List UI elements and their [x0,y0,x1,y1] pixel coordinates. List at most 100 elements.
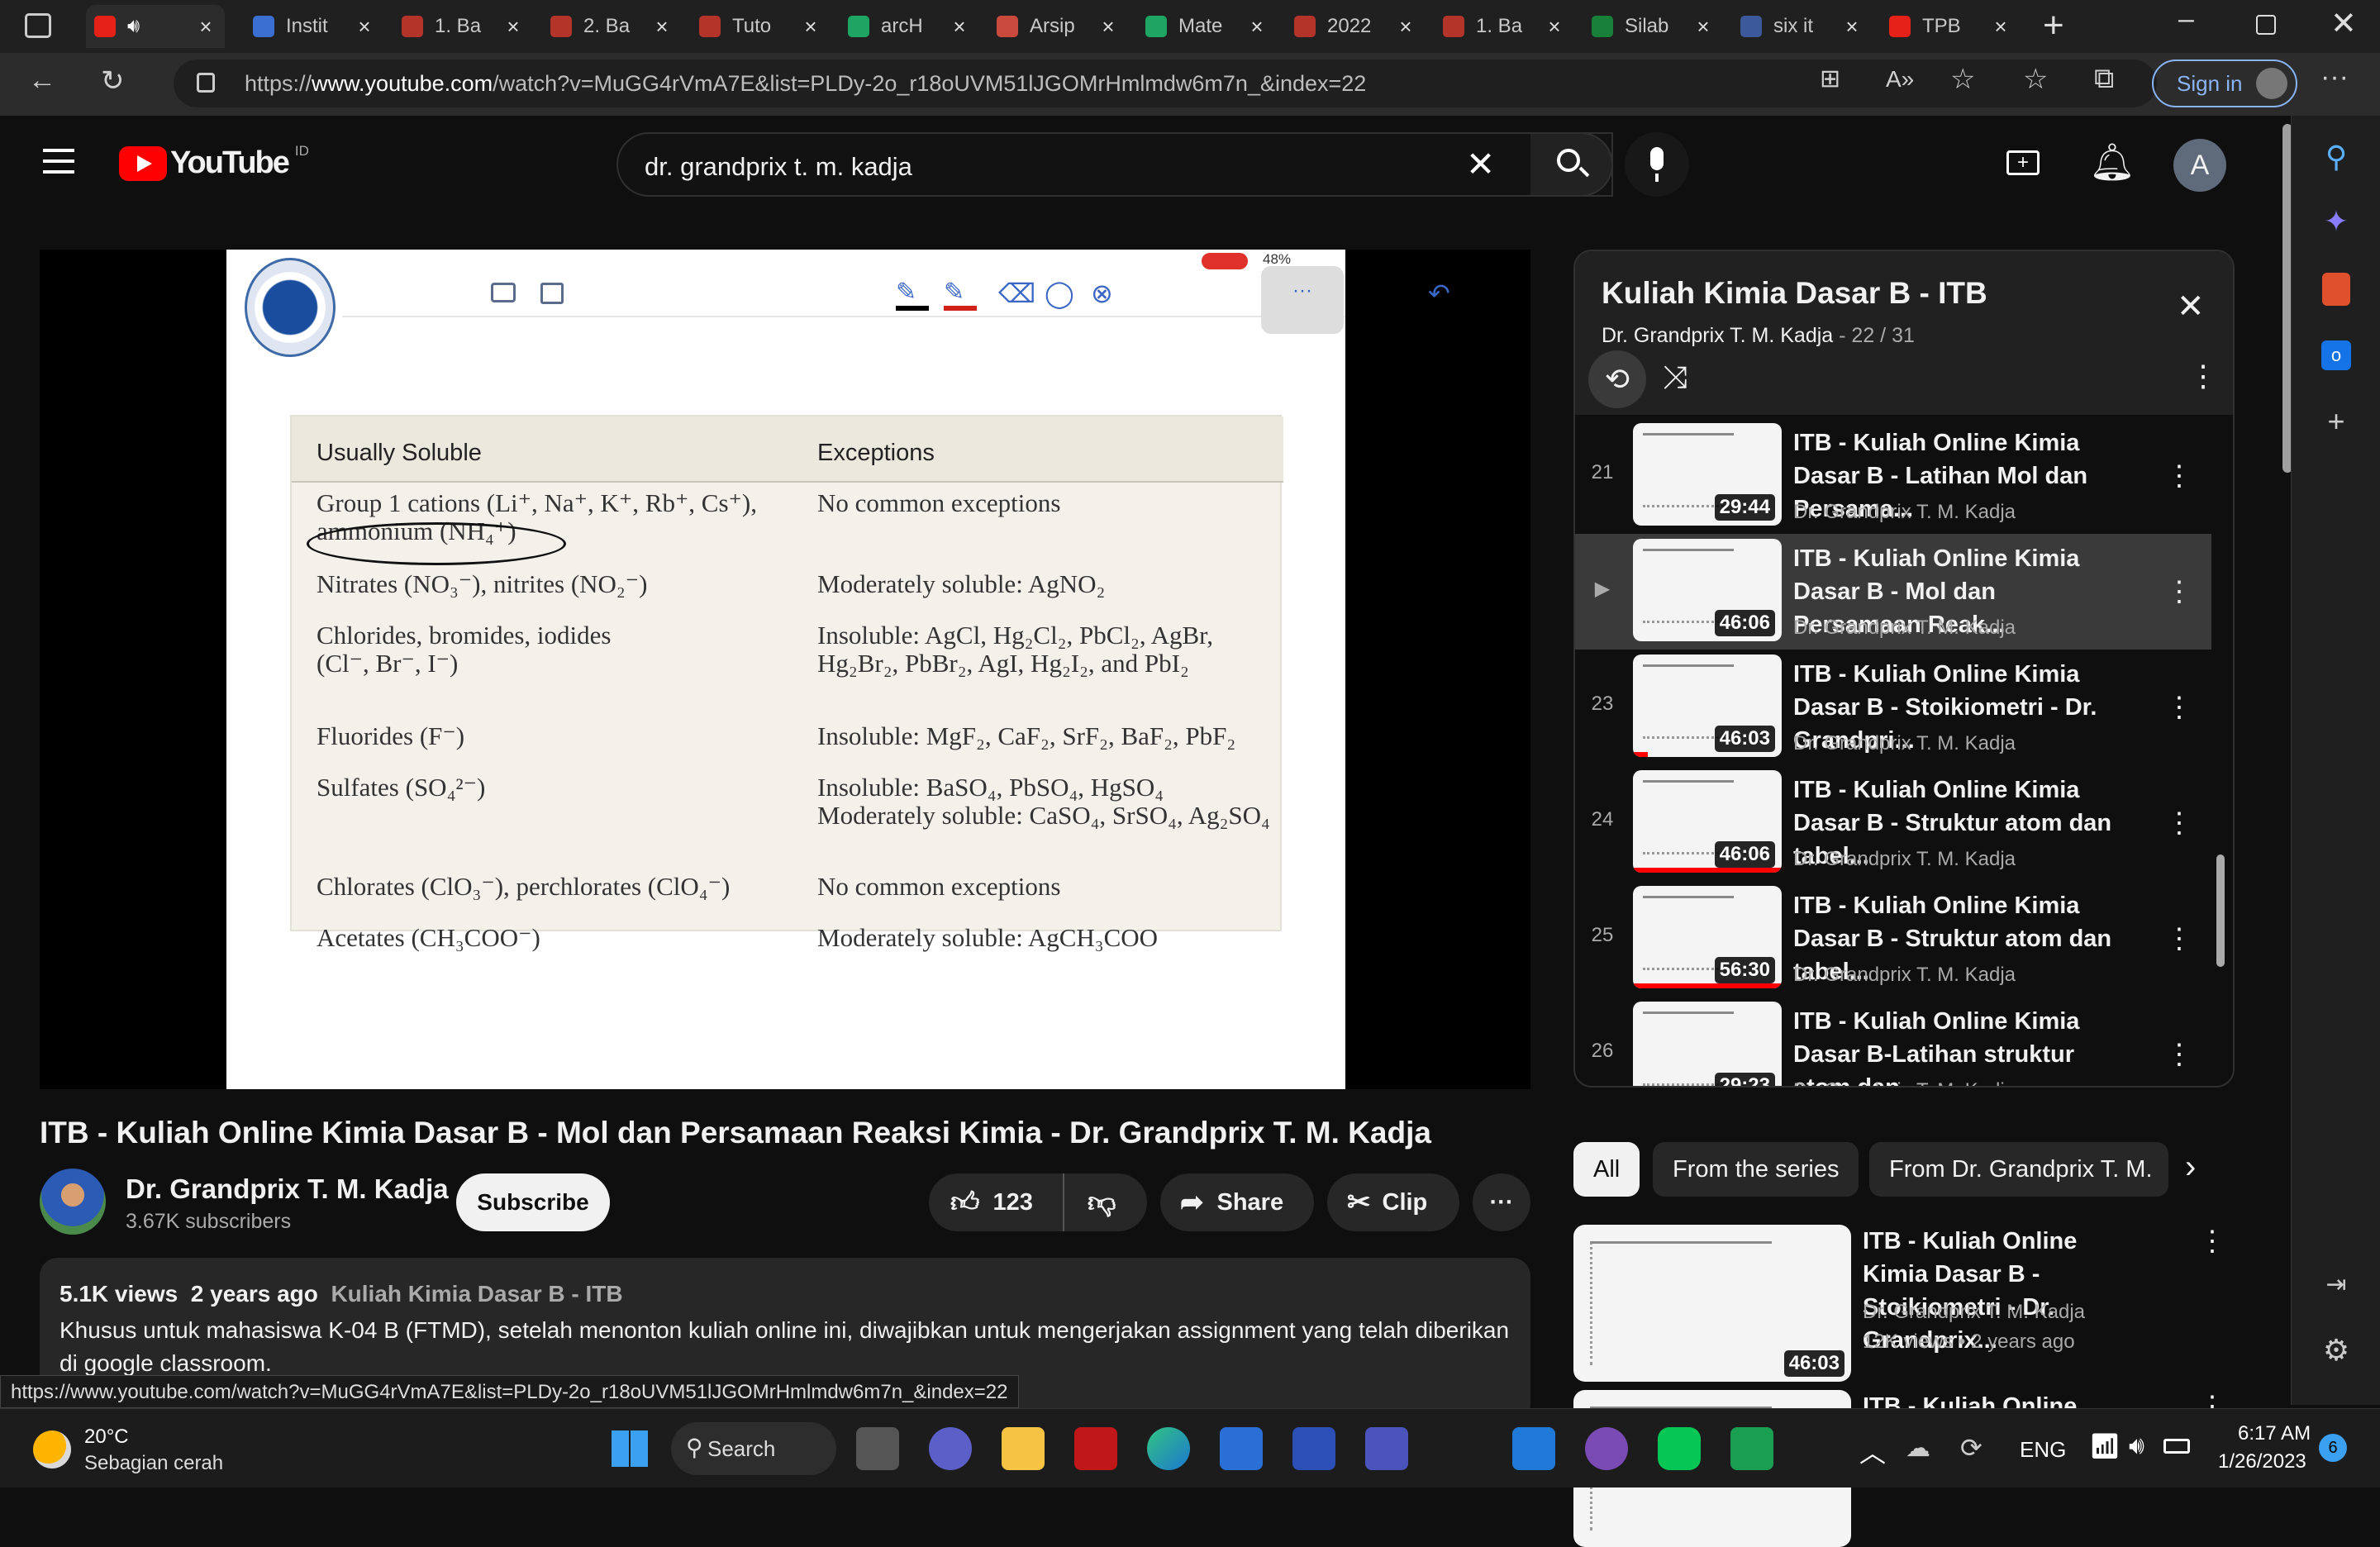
outlook-icon[interactable]: o [2316,336,2356,375]
playlist-item-thumbnail[interactable]: 46:06 [1633,539,1782,641]
settings-more-icon[interactable]: ··· [2320,61,2349,93]
browser-tab[interactable]: Mate × [1137,5,1276,48]
tab-audio-icon[interactable]: 🔊︎ [127,15,140,38]
playlist-item-title[interactable]: ITB - Kuliah Online Kimia Dasar B-Latiha… [1793,1005,2124,1086]
read-aloud-icon[interactable]: A» [1886,66,1914,93]
taskbar-search[interactable]: ⚲ Search [671,1422,836,1475]
weather-temp[interactable]: 20°C [84,1426,129,1449]
playlist-menu-icon[interactable]: ⋮ [2188,359,2218,393]
hide-sidebar-icon[interactable]: ⇥ [2316,1264,2356,1304]
sidebar-settings-icon[interactable]: ⚙ [2316,1330,2356,1370]
browser-tab[interactable]: Silab × [1583,5,1722,48]
close-window-button[interactable]: ✕ [2330,5,2357,42]
clock-time[interactable]: 6:17 AM [2238,1422,2311,1445]
tab-close-icon[interactable]: × [354,14,375,40]
playlist-item-thumbnail[interactable]: 46:03 [1633,654,1782,757]
menu-icon[interactable] [43,149,74,174]
undo-icon[interactable]: ↶ [1428,278,1450,309]
tab-close-icon[interactable]: × [1692,14,1714,40]
playlist-title[interactable]: Kuliah Kimia Dasar B - ITB [1602,276,1987,311]
sheets-app-icon[interactable] [1730,1427,1773,1470]
microsoft-store-icon[interactable] [1220,1427,1263,1470]
copilot-icon[interactable]: ✦ [2316,202,2356,241]
notifications-bell-icon[interactable]: 🔔︎ [2089,140,2135,183]
channel-avatar[interactable] [40,1169,106,1235]
playlist-link[interactable]: Kuliah Kimia Dasar B - ITB [331,1281,622,1307]
playlist-item-thumbnail[interactable]: 56:30 [1633,886,1782,988]
new-tab-button[interactable]: + [2043,5,2064,46]
tab-close-icon[interactable]: × [1097,14,1119,40]
playlist-item-thumbnail[interactable]: 46:06 [1633,770,1782,873]
tab-close-icon[interactable]: × [1246,14,1268,40]
playlist-item-thumbnail[interactable]: 29:44 [1633,423,1782,526]
tab-close-icon[interactable]: × [1395,14,1416,40]
playlist-item-menu-icon[interactable]: ⋮ [2165,807,2193,840]
browser-tab[interactable]: 1. Ba × [393,5,532,48]
line-icon[interactable] [1658,1427,1701,1470]
show-hidden-icons[interactable]: ︿ [1859,1432,1886,1470]
account-avatar[interactable]: A [2173,139,2226,192]
playlist-item[interactable]: ▶ 46:06 ITB - Kuliah Online Kimia Dasar B … [1575,534,2211,650]
lasso-tool-icon[interactable]: ◯ [1045,278,1074,309]
close-tool-icon[interactable]: ⊗ [1091,278,1113,309]
pen-black-tool-icon[interactable]: ✎ [896,278,929,311]
collections-icon[interactable]: ⧉ [2094,63,2114,95]
minimize-button[interactable]: – [2178,3,2194,36]
browser-tab[interactable]: 2022 × [1286,5,1425,48]
playlist-item-menu-icon[interactable]: ⋮ [2165,691,2193,724]
sync-icon[interactable]: ⟳ [1960,1432,1983,1464]
loop-button[interactable]: ⟲ [1588,350,1646,408]
playlist-item-menu-icon[interactable]: ⋮ [2165,922,2193,955]
url-text[interactable]: https://www.youtube.com/watch?v=MuGG4rVm… [245,71,1366,97]
browser-tab[interactable]: Instit × [245,5,383,48]
playlist-item[interactable]: 24 46:06 ITB - Kuliah Online Kimia Dasar B… [1575,765,2211,881]
recommended-channel[interactable]: Dr. Grandprix T. M. Kadja [1863,1301,2085,1324]
shuffle-icon[interactable]: ⤨ [1663,360,1687,396]
browser-tab[interactable]: 1. Ba × [1435,5,1573,48]
more-options-pill[interactable]: ··· [1261,266,1344,334]
tab-close-icon[interactable]: × [1990,14,2011,40]
refresh-icon[interactable]: ↻ [101,64,125,98]
subscribe-button[interactable]: Subscribe [456,1173,610,1231]
playlist-item[interactable]: 21 29:44 ITB - Kuliah Online Kimia Dasar B… [1575,418,2211,534]
dislike-button[interactable]: 👎︎ [1064,1173,1116,1231]
onedrive-icon[interactable]: ☁ [1906,1434,1930,1463]
add-sidebar-app-icon[interactable]: + [2316,402,2356,441]
clip-button[interactable]: ✂ Clip [1327,1173,1459,1231]
windows-start-icon[interactable] [608,1427,651,1470]
playlist-item-menu-icon[interactable]: ⋮ [2165,459,2193,493]
language-indicator[interactable]: ENG [2020,1437,2066,1463]
playlist-scrollbar-thumb[interactable] [2216,854,2225,967]
chips-next-icon[interactable]: › [2185,1149,2196,1186]
tab-close-icon[interactable]: × [1544,14,1565,40]
create-video-icon[interactable]: + [2006,150,2040,175]
playlist-item[interactable]: 26 29:23 ITB - Kuliah Online Kimia Dasar B… [1575,997,2211,1086]
playlist-item-menu-icon[interactable]: ⋮ [2165,575,2193,608]
playlist-item[interactable]: 23 46:03 ITB - Kuliah Online Kimia Dasar B… [1575,650,2211,765]
filter-chip[interactable]: From the series [1653,1142,1859,1197]
battery-icon[interactable] [2163,1439,2190,1454]
file-explorer-icon[interactable] [1002,1427,1045,1470]
app-available-icon[interactable]: ⊞ [1820,64,1840,93]
playlist-item[interactable]: 25 56:30 ITB - Kuliah Online Kimia Dasar B… [1575,881,2211,997]
vscode-icon[interactable] [1512,1427,1555,1470]
address-bar[interactable]: https://www.youtube.com/watch?v=MuGG4rVm… [174,60,2157,107]
tab-close-icon[interactable]: × [949,14,970,40]
close-playlist-icon[interactable]: ✕ [2177,288,2205,326]
wifi-icon[interactable]: 📶︎ [2089,1432,2121,1461]
filter-chip[interactable]: All [1573,1142,1640,1197]
teams-chat-icon[interactable] [929,1427,972,1470]
favorites-icon[interactable]: ☆ [2023,63,2048,96]
tab-close-icon[interactable]: × [1841,14,1863,40]
search-icon[interactable]: ⚲ [2316,137,2356,177]
github-icon[interactable] [1585,1427,1628,1470]
weather-icon[interactable] [33,1430,71,1468]
sign-in-button[interactable]: Sign in [2152,60,2297,107]
playlist-item-thumbnail[interactable]: 29:23 [1633,1002,1782,1086]
browser-tab[interactable]: TPB × [1881,5,2020,48]
search-input[interactable]: dr. grandprix t. m. kadja ✕ [616,132,1613,197]
add-favorite-icon[interactable]: ☆ [1950,63,1975,96]
task-view-icon[interactable] [856,1427,899,1470]
edge-browser-icon[interactable] [1147,1427,1190,1470]
recommended-thumbnail[interactable]: 46:03 [1573,1225,1851,1382]
